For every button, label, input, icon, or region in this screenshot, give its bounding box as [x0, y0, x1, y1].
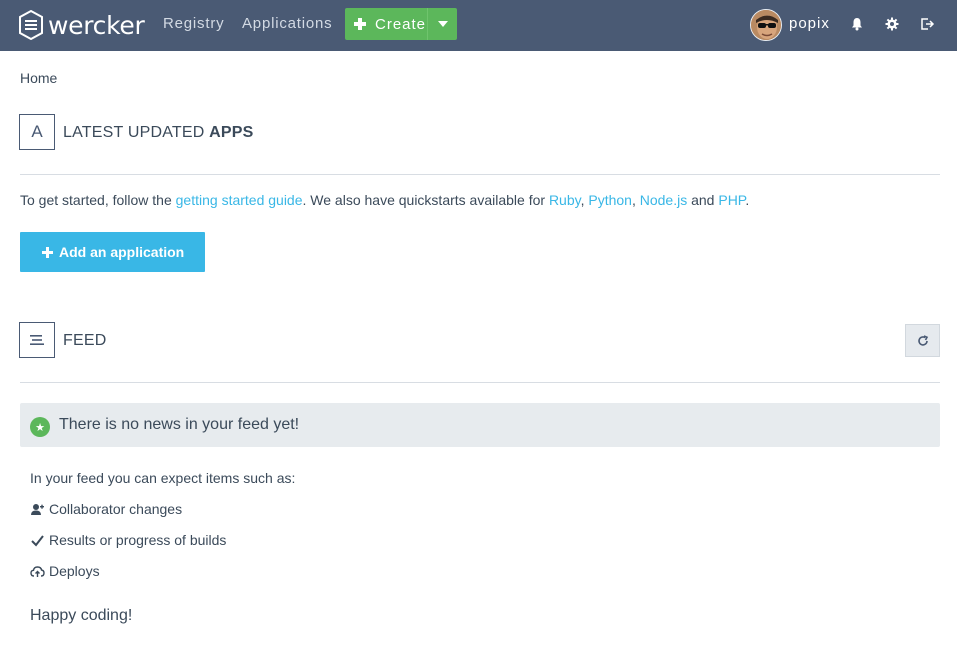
refresh-feed-button[interactable] [905, 324, 940, 357]
create-button-separator [427, 8, 428, 40]
wercker-logo-icon [19, 10, 43, 40]
breadcrumb-home[interactable]: Home [20, 70, 57, 86]
feed-divider [20, 382, 940, 383]
feed-item-deploys: Deploys [30, 562, 100, 580]
wercker-logo[interactable]: wercker [19, 9, 145, 41]
nav-registry-link[interactable]: Registry [163, 15, 224, 32]
php-quickstart-link[interactable]: PHP [718, 192, 745, 208]
apps-title-prefix: LATEST UPDATED [63, 124, 210, 141]
intro-separator: , [631, 192, 640, 208]
feed-item-label: Collaborator changes [49, 501, 183, 517]
avatar-image [751, 10, 781, 40]
feed-lines-icon [30, 335, 44, 345]
add-application-label: Add an application [59, 244, 185, 260]
happy-coding-text: Happy coding! [30, 607, 133, 624]
apps-section-icon: A [19, 114, 55, 150]
gear-icon[interactable] [884, 16, 900, 32]
bell-icon[interactable] [849, 16, 865, 32]
feed-item-label: Deploys [49, 563, 100, 579]
intro-and-text: and [687, 192, 719, 208]
star-icon: ★ [30, 417, 50, 437]
cloud-upload-icon [30, 565, 45, 577]
feed-item-builds: Results or progress of builds [30, 531, 226, 549]
create-button[interactable]: Create [345, 8, 457, 40]
add-application-button[interactable]: Add an application [20, 232, 205, 272]
top-navbar: wercker Registry Applications Create pop… [0, 0, 957, 51]
refresh-icon [917, 334, 928, 346]
apps-title-bold: APPS [209, 124, 254, 141]
apps-section-title: LATEST UPDATED APPS [63, 124, 254, 142]
feed-section-title: FEED [63, 332, 107, 349]
logo-text: wercker [48, 10, 145, 40]
plus-icon [354, 18, 366, 30]
logout-icon[interactable] [919, 16, 935, 32]
user-avatar[interactable] [750, 9, 782, 41]
python-quickstart-link[interactable]: Python [588, 192, 632, 208]
plus-icon [42, 246, 53, 258]
intro-text-end: . [745, 192, 750, 208]
check-icon [31, 534, 44, 547]
feed-item-collaborator: Collaborator changes [30, 500, 182, 518]
ruby-quickstart-link[interactable]: Ruby [549, 192, 581, 208]
intro-text-start: To get started, follow the [20, 192, 176, 208]
create-button-label: Create [375, 15, 427, 33]
feed-expectation-text: In your feed you can expect items such a… [30, 470, 296, 486]
apps-divider [20, 174, 940, 175]
feed-section-icon [19, 322, 55, 358]
username-link[interactable]: popix [789, 15, 830, 32]
empty-feed-notice: ★ There is no news in your feed yet! [20, 403, 940, 447]
getting-started-text: To get started, follow the getting start… [20, 192, 749, 208]
getting-started-guide-link[interactable]: getting started guide [176, 192, 303, 208]
feed-item-label: Results or progress of builds [49, 532, 227, 548]
empty-feed-message: There is no news in your feed yet! [59, 416, 300, 433]
nav-applications-link[interactable]: Applications [242, 15, 332, 32]
add-user-icon [31, 503, 44, 515]
caret-down-icon[interactable] [438, 21, 448, 27]
intro-text-middle: . We also have quickstarts available for [302, 192, 549, 208]
nodejs-quickstart-link[interactable]: Node.js [640, 192, 687, 208]
